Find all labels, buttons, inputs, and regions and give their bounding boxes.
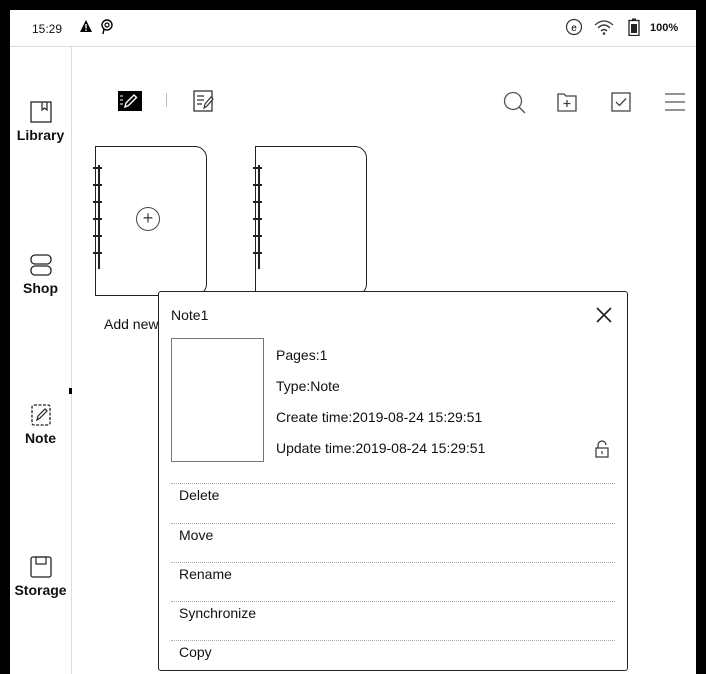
info-pages: Pages:1	[276, 347, 328, 363]
new-folder-icon[interactable]	[555, 90, 579, 119]
shop-icon	[10, 253, 71, 277]
delete-menu-item[interactable]: Delete	[179, 487, 219, 503]
note-thumbnail	[171, 338, 264, 462]
sidebar-item-shop[interactable]: Shop	[10, 253, 71, 296]
move-menu-item[interactable]: Move	[179, 527, 213, 543]
spiral-ring	[93, 167, 102, 169]
storage-icon	[10, 555, 71, 579]
notes-view-icon[interactable]	[117, 90, 143, 117]
spiral-ring	[93, 252, 102, 254]
divider	[171, 562, 615, 563]
spiral-ring	[253, 218, 262, 220]
divider	[171, 483, 615, 484]
device-screen: 15:29 e 100% Library Shop Note Storage +…	[0, 0, 706, 674]
spiral-ring	[93, 218, 102, 220]
spiral-ring	[253, 167, 262, 169]
spiral-ring	[93, 235, 102, 237]
divider	[171, 523, 615, 524]
toolbar-divider	[166, 93, 167, 107]
search-icon[interactable]	[502, 90, 528, 119]
spiral-ring	[253, 235, 262, 237]
sidebar-item-library[interactable]: Library	[10, 100, 71, 143]
battery-icon	[628, 18, 640, 39]
sync-status-icon	[100, 19, 114, 38]
sidebar-item-label: Shop	[23, 280, 58, 296]
sidebar: Library Shop Note Storage	[10, 47, 72, 674]
info-type: Type:Note	[276, 378, 340, 394]
rename-menu-item[interactable]: Rename	[179, 566, 232, 582]
selected-indicator	[69, 388, 72, 394]
library-icon	[10, 100, 71, 124]
divider	[171, 601, 615, 602]
spiral-ring	[253, 184, 262, 186]
spiral-ring	[253, 201, 262, 203]
network-icon: e	[565, 18, 583, 39]
note-details-popup: Note1 Pages:1 Type:Note Create time:2019…	[158, 291, 628, 671]
sidebar-item-label: Note	[24, 430, 57, 446]
copy-menu-item[interactable]: Copy	[179, 644, 212, 660]
alert-icon	[79, 19, 93, 36]
battery-percent: 100%	[650, 22, 679, 34]
sidebar-item-label: Library	[16, 127, 65, 143]
spiral-ring	[93, 184, 102, 186]
notebook-note1[interactable]	[253, 146, 367, 296]
sidebar-item-label: Storage	[14, 582, 67, 598]
unlock-icon[interactable]	[594, 440, 610, 463]
status-time: 15:29	[32, 22, 63, 36]
status-bar: 15:29 e 100%	[10, 10, 696, 47]
documents-view-icon[interactable]	[192, 89, 216, 118]
wifi-icon	[593, 18, 615, 39]
select-icon[interactable]	[609, 90, 633, 119]
menu-icon[interactable]	[663, 91, 687, 118]
sidebar-item-note[interactable]: Note	[10, 403, 71, 446]
divider	[171, 640, 615, 641]
note-icon	[10, 403, 71, 427]
close-icon[interactable]	[595, 306, 613, 329]
add-new-label: Add new	[104, 316, 159, 332]
synchronize-menu-item[interactable]: Synchronize	[179, 605, 256, 621]
info-create-time: Create time:2019-08-24 15:29:51	[276, 409, 483, 425]
info-update-time: Update time:2019-08-24 15:29:51	[276, 440, 486, 456]
spiral-ring	[253, 252, 262, 254]
sidebar-item-storage[interactable]: Storage	[10, 555, 71, 598]
plus-circle-icon: +	[136, 207, 160, 231]
add-new-notebook[interactable]: +	[93, 146, 207, 296]
spiral-ring	[93, 201, 102, 203]
svg-text:e: e	[571, 23, 577, 34]
popup-title: Note1	[171, 307, 209, 323]
